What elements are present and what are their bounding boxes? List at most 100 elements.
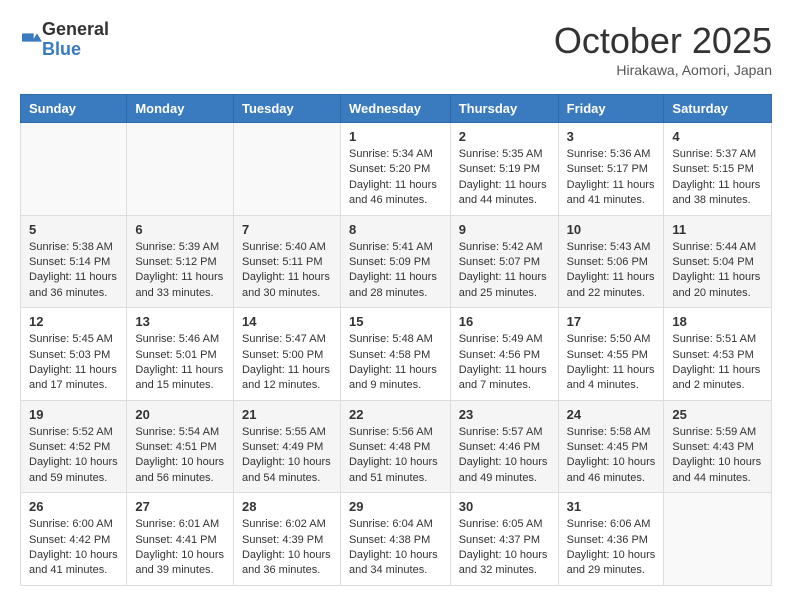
day-info: Sunrise: 5:58 AM Sunset: 4:45 PM Dayligh… <box>567 425 656 487</box>
calendar-day-cell: 8 Sunrise: 5:41 AM Sunset: 5:09 PM Daylig… <box>340 215 450 308</box>
day-info: Sunrise: 5:39 AM Sunset: 5:12 PM Dayligh… <box>135 240 225 302</box>
day-number: 20 <box>135 407 225 422</box>
calendar-day-cell: 21 Sunrise: 5:55 AM Sunset: 4:49 PM Dayli… <box>233 400 340 493</box>
day-number: 6 <box>135 222 225 237</box>
day-info: Sunrise: 5:49 AM Sunset: 4:56 PM Dayligh… <box>459 332 550 394</box>
day-info: Sunrise: 5:57 AM Sunset: 4:46 PM Dayligh… <box>459 425 550 487</box>
day-info: Sunrise: 6:00 AM Sunset: 4:42 PM Dayligh… <box>29 517 118 579</box>
day-number: 4 <box>672 129 763 144</box>
calendar-table: SundayMondayTuesdayWednesdayThursdayFrid… <box>20 94 772 586</box>
calendar-day-cell: 12 Sunrise: 5:45 AM Sunset: 5:03 PM Dayli… <box>21 308 127 401</box>
calendar-day-cell: 31Sunrise: 6:06 AM Sunset: 4:36 PM Dayli… <box>558 493 664 586</box>
calendar-week-row: 19 Sunrise: 5:52 AM Sunset: 4:52 PM Dayli… <box>21 400 772 493</box>
day-info: Sunrise: 5:48 AM Sunset: 4:58 PM Dayligh… <box>349 332 442 394</box>
calendar-day-cell: 15Sunrise: 5:48 AM Sunset: 4:58 PM Dayli… <box>340 308 450 401</box>
day-number: 17 <box>567 314 656 329</box>
calendar-day-cell: 17 Sunrise: 5:50 AM Sunset: 4:55 PM Dayli… <box>558 308 664 401</box>
day-info: Sunrise: 5:50 AM Sunset: 4:55 PM Dayligh… <box>567 332 656 394</box>
month-title: October 2025 <box>554 20 772 62</box>
calendar-day-cell: 25Sunrise: 5:59 AM Sunset: 4:43 PM Dayli… <box>664 400 772 493</box>
day-header-saturday: Saturday <box>664 95 772 123</box>
day-info: Sunrise: 5:55 AM Sunset: 4:49 PM Dayligh… <box>242 425 332 487</box>
calendar-day-cell: 29 Sunrise: 6:04 AM Sunset: 4:38 PM Dayli… <box>340 493 450 586</box>
day-number: 11 <box>672 222 763 237</box>
day-info: Sunrise: 5:52 AM Sunset: 4:52 PM Dayligh… <box>29 425 118 487</box>
day-header-sunday: Sunday <box>21 95 127 123</box>
day-number: 7 <box>242 222 332 237</box>
calendar-day-cell: 24 Sunrise: 5:58 AM Sunset: 4:45 PM Dayli… <box>558 400 664 493</box>
calendar-day-cell: 26 Sunrise: 6:00 AM Sunset: 4:42 PM Dayli… <box>21 493 127 586</box>
day-number: 16 <box>459 314 550 329</box>
logo-blue: Blue <box>42 40 109 60</box>
calendar-day-cell: 22Sunrise: 5:56 AM Sunset: 4:48 PM Dayli… <box>340 400 450 493</box>
day-number: 29 <box>349 499 442 514</box>
day-number: 26 <box>29 499 118 514</box>
day-number: 9 <box>459 222 550 237</box>
day-number: 10 <box>567 222 656 237</box>
day-number: 12 <box>29 314 118 329</box>
day-number: 18 <box>672 314 763 329</box>
day-info: Sunrise: 5:38 AM Sunset: 5:14 PM Dayligh… <box>29 240 118 302</box>
day-number: 24 <box>567 407 656 422</box>
day-number: 5 <box>29 222 118 237</box>
day-info: Sunrise: 5:42 AM Sunset: 5:07 PM Dayligh… <box>459 240 550 302</box>
day-number: 13 <box>135 314 225 329</box>
day-info: Sunrise: 5:40 AM Sunset: 5:11 PM Dayligh… <box>242 240 332 302</box>
calendar-day-cell: 10 Sunrise: 5:43 AM Sunset: 5:06 PM Dayli… <box>558 215 664 308</box>
day-info: Sunrise: 5:47 AM Sunset: 5:00 PM Dayligh… <box>242 332 332 394</box>
day-info: Sunrise: 5:41 AM Sunset: 5:09 PM Dayligh… <box>349 240 442 302</box>
day-info: Sunrise: 5:35 AM Sunset: 5:19 PM Dayligh… <box>459 147 550 209</box>
day-number: 28 <box>242 499 332 514</box>
day-number: 19 <box>29 407 118 422</box>
calendar-day-cell: 7 Sunrise: 5:40 AM Sunset: 5:11 PM Daylig… <box>233 215 340 308</box>
logo: General Blue <box>20 20 109 60</box>
day-info: Sunrise: 5:36 AM Sunset: 5:17 PM Dayligh… <box>567 147 656 209</box>
title-block: October 2025 Hirakawa, Aomori, Japan <box>554 20 772 78</box>
calendar-header-row: SundayMondayTuesdayWednesdayThursdayFrid… <box>21 95 772 123</box>
day-header-tuesday: Tuesday <box>233 95 340 123</box>
day-info: Sunrise: 5:54 AM Sunset: 4:51 PM Dayligh… <box>135 425 225 487</box>
calendar-day-cell: 1Sunrise: 5:34 AM Sunset: 5:20 PM Daylig… <box>340 123 450 216</box>
logo-text: General Blue <box>42 20 109 60</box>
day-info: Sunrise: 5:56 AM Sunset: 4:48 PM Dayligh… <box>349 425 442 487</box>
day-info: Sunrise: 6:06 AM Sunset: 4:36 PM Dayligh… <box>567 517 656 579</box>
calendar-day-cell <box>21 123 127 216</box>
day-header-thursday: Thursday <box>450 95 558 123</box>
day-info: Sunrise: 5:51 AM Sunset: 4:53 PM Dayligh… <box>672 332 763 394</box>
calendar-day-cell: 6 Sunrise: 5:39 AM Sunset: 5:12 PM Daylig… <box>127 215 234 308</box>
logo-icon <box>22 30 42 50</box>
calendar-day-cell: 4Sunrise: 5:37 AM Sunset: 5:15 PM Daylig… <box>664 123 772 216</box>
day-info: Sunrise: 6:05 AM Sunset: 4:37 PM Dayligh… <box>459 517 550 579</box>
day-header-friday: Friday <box>558 95 664 123</box>
day-number: 1 <box>349 129 442 144</box>
day-number: 23 <box>459 407 550 422</box>
day-number: 14 <box>242 314 332 329</box>
day-number: 25 <box>672 407 763 422</box>
calendar-day-cell: 20 Sunrise: 5:54 AM Sunset: 4:51 PM Dayli… <box>127 400 234 493</box>
day-info: Sunrise: 5:43 AM Sunset: 5:06 PM Dayligh… <box>567 240 656 302</box>
day-info: Sunrise: 6:02 AM Sunset: 4:39 PM Dayligh… <box>242 517 332 579</box>
day-header-wednesday: Wednesday <box>340 95 450 123</box>
day-info: Sunrise: 5:46 AM Sunset: 5:01 PM Dayligh… <box>135 332 225 394</box>
day-number: 21 <box>242 407 332 422</box>
location: Hirakawa, Aomori, Japan <box>554 62 772 78</box>
day-number: 3 <box>567 129 656 144</box>
calendar-day-cell: 14 Sunrise: 5:47 AM Sunset: 5:00 PM Dayli… <box>233 308 340 401</box>
calendar-week-row: 5 Sunrise: 5:38 AM Sunset: 5:14 PM Daylig… <box>21 215 772 308</box>
day-info: Sunrise: 6:01 AM Sunset: 4:41 PM Dayligh… <box>135 517 225 579</box>
calendar-day-cell: 16 Sunrise: 5:49 AM Sunset: 4:56 PM Dayli… <box>450 308 558 401</box>
day-number: 8 <box>349 222 442 237</box>
day-info: Sunrise: 5:44 AM Sunset: 5:04 PM Dayligh… <box>672 240 763 302</box>
calendar-day-cell <box>664 493 772 586</box>
calendar-week-row: 12 Sunrise: 5:45 AM Sunset: 5:03 PM Dayli… <box>21 308 772 401</box>
day-header-monday: Monday <box>127 95 234 123</box>
calendar-day-cell <box>127 123 234 216</box>
calendar-day-cell: 5 Sunrise: 5:38 AM Sunset: 5:14 PM Daylig… <box>21 215 127 308</box>
day-info: Sunrise: 5:45 AM Sunset: 5:03 PM Dayligh… <box>29 332 118 394</box>
calendar-day-cell: 23 Sunrise: 5:57 AM Sunset: 4:46 PM Dayli… <box>450 400 558 493</box>
page-header: General Blue October 2025 Hirakawa, Aomo… <box>20 20 772 78</box>
day-info: Sunrise: 6:04 AM Sunset: 4:38 PM Dayligh… <box>349 517 442 579</box>
calendar-day-cell: 11 Sunrise: 5:44 AM Sunset: 5:04 PM Dayli… <box>664 215 772 308</box>
calendar-week-row: 26 Sunrise: 6:00 AM Sunset: 4:42 PM Dayli… <box>21 493 772 586</box>
calendar-day-cell: 9 Sunrise: 5:42 AM Sunset: 5:07 PM Daylig… <box>450 215 558 308</box>
